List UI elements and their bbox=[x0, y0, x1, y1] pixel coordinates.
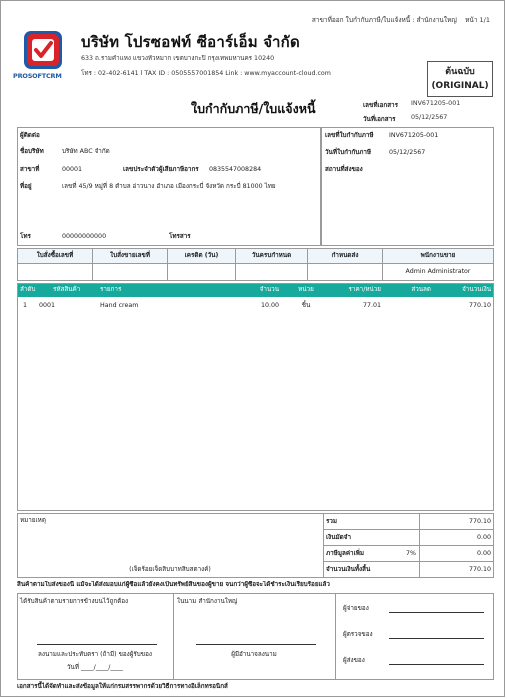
items-col-price: ราคา/หน่วย bbox=[348, 286, 381, 293]
taxid-value: 0835547008284 bbox=[209, 166, 262, 173]
vat-rate: 7% bbox=[406, 550, 416, 557]
ship-to-label: สถานที่ส่งของ bbox=[325, 166, 363, 173]
items-col-amount: จำนวนเงิน bbox=[462, 286, 491, 293]
total-value: 770.10 bbox=[468, 518, 491, 525]
items-col-seq: ลำดับ bbox=[20, 286, 36, 293]
row-price: 77.01 bbox=[362, 302, 381, 309]
total-label: รวม bbox=[326, 518, 338, 525]
order-col-due: วันครบกำหนด bbox=[251, 252, 292, 259]
checker-label: ผู้ตรวจของ bbox=[343, 631, 373, 638]
order-col-so: ใบสั่งขายเลขที่ bbox=[110, 252, 150, 259]
company-value: บริษัท ABC จำกัด bbox=[62, 148, 110, 155]
received-sign-caption: ลงนามและประทับตรา (ถ้ามี) ของผู้รับของ bbox=[38, 651, 152, 658]
vat-value: 0.00 bbox=[476, 550, 491, 557]
order-col-delivery: กำหนดส่ง bbox=[331, 252, 359, 259]
original-badge: ต้นฉบับ (ORIGINAL) bbox=[427, 61, 493, 97]
invoice-date-value: 05/12/2567 bbox=[389, 149, 426, 156]
row-unit: ชิ้น bbox=[301, 302, 311, 309]
items-col-desc: รายการ bbox=[100, 286, 122, 293]
company-logo: PROSOFTCRM bbox=[13, 29, 71, 85]
invoice-no-value: INV671205-001 bbox=[389, 132, 439, 139]
taxid-label: เลขประจำตัวผู้เสียภาษีอากร bbox=[123, 166, 199, 173]
company-sign-title: ในนาม สำนักงานใหญ่ bbox=[177, 598, 238, 605]
items-col-code: รหัสสินค้า bbox=[53, 286, 81, 293]
original-badge-en: (ORIGINAL) bbox=[431, 81, 489, 91]
branch-issued: สาขาที่ออก ใบกำกับภาษี/ใบแจ้งหนี้ : สำนั… bbox=[311, 16, 457, 24]
logo-wordmark: PROSOFTCRM bbox=[13, 72, 62, 80]
payer-label: ผู้จ่ายของ bbox=[343, 605, 369, 612]
original-badge-th: ต้นฉบับ bbox=[445, 67, 475, 77]
row-qty: 10.00 bbox=[260, 302, 279, 309]
invoice-page: สาขาที่ออก ใบกำกับภาษี/ใบแจ้งหนี้ : สำนั… bbox=[0, 0, 505, 697]
address-label: ที่อยู่ bbox=[20, 183, 32, 190]
company-label: ชื่อบริษัท bbox=[20, 148, 44, 155]
branch-value: 00001 bbox=[62, 166, 83, 173]
received-date: วันที่ ____/____/____ bbox=[66, 664, 124, 671]
company-sign-caption: ผู้มีอำนาจลงนาม bbox=[231, 651, 277, 658]
invoice-ref-box bbox=[321, 127, 494, 246]
document-title: ใบกำกับภาษี/ใบแจ้งหนี้ bbox=[191, 101, 316, 116]
branch-label: สาขาที่ bbox=[20, 166, 40, 173]
ownership-notice: สินค้าตามใบส่งของนี้ แม้จะได้ส่งมอบแก่ผู… bbox=[17, 581, 330, 588]
document-header-meta: สาขาที่ออก ใบกำกับภาษี/ใบแจ้งหนี้ : สำนั… bbox=[312, 15, 490, 25]
order-col-sales: พนักงานขาย bbox=[420, 252, 456, 259]
items-col-unit: หน่วย bbox=[298, 286, 314, 293]
company-address: 633 ถ.รามคำแหง แขวงหัวหมาก เขตบางกะปิ กร… bbox=[81, 55, 275, 62]
doc-date-value: 05/12/2567 bbox=[411, 114, 448, 121]
order-col-po: ใบสั่งซื้อเลขที่ bbox=[36, 252, 74, 259]
phone-label: โทร bbox=[20, 233, 31, 240]
received-title: ได้รับสินค้าตามรายการข้างบนไว้ถูกต้อง bbox=[20, 598, 129, 605]
e-tax-footer-note: เอกสารนี้ได้จัดทำและส่งข้อมูลให้แก่กรมสร… bbox=[17, 683, 228, 690]
items-col-discount: ส่วนลด bbox=[411, 286, 431, 293]
doc-date-label: วันที่เอกสาร bbox=[363, 116, 396, 123]
company-contact: โทร : 02-402-6141 l TAX ID : 05055570018… bbox=[81, 70, 331, 77]
sender-label: ผู้ส่งของ bbox=[343, 657, 365, 664]
address-value: เลขที่ 45/9 หมู่ที่ 8 ตำบล อ่าวนาง อำเภอ… bbox=[62, 183, 276, 190]
remark-label: หมายเหตุ bbox=[20, 517, 46, 524]
grand-total-label: จำนวนเงินทั้งสิ้น bbox=[326, 566, 371, 573]
grand-total-value: 770.10 bbox=[468, 566, 491, 573]
phone-value: 00000000000 bbox=[62, 233, 107, 240]
contact-label: ผู้ติดต่อ bbox=[20, 132, 40, 139]
company-name: บริษัท โปรซอฟท์ ซีอาร์เอ็ม จำกัด bbox=[81, 33, 300, 51]
amount-in-words: (เจ็ดร้อยเจ็ดสิบบาทสิบสตางค์) bbox=[129, 566, 211, 573]
row-seq: 1 bbox=[23, 302, 28, 309]
order-sales-value: Admin Administrator bbox=[405, 268, 471, 275]
order-col-credit: เครดิต (วัน) bbox=[184, 252, 219, 259]
doc-no-value: INV671205-001 bbox=[411, 100, 461, 107]
deposit-value: 0.00 bbox=[476, 534, 491, 541]
row-code: 0001 bbox=[39, 302, 56, 309]
row-amount: 770.10 bbox=[468, 302, 491, 309]
fax-label: โทรสาร bbox=[169, 233, 191, 240]
deposit-label: เงินมัดจำ bbox=[326, 534, 351, 541]
row-desc: Hand cream bbox=[100, 302, 139, 309]
items-table bbox=[17, 283, 494, 511]
page-number: หน้า 1/1 bbox=[465, 16, 490, 24]
invoice-no-label: เลขที่ใบกำกับภาษี bbox=[325, 132, 374, 139]
doc-no-label: เลขที่เอกสาร bbox=[363, 102, 398, 109]
invoice-date-label: วันที่ใบกำกับภาษี bbox=[325, 149, 372, 156]
vat-label: ภาษีมูลค่าเพิ่ม bbox=[326, 550, 365, 557]
items-col-qty: จำนวน bbox=[259, 286, 279, 293]
